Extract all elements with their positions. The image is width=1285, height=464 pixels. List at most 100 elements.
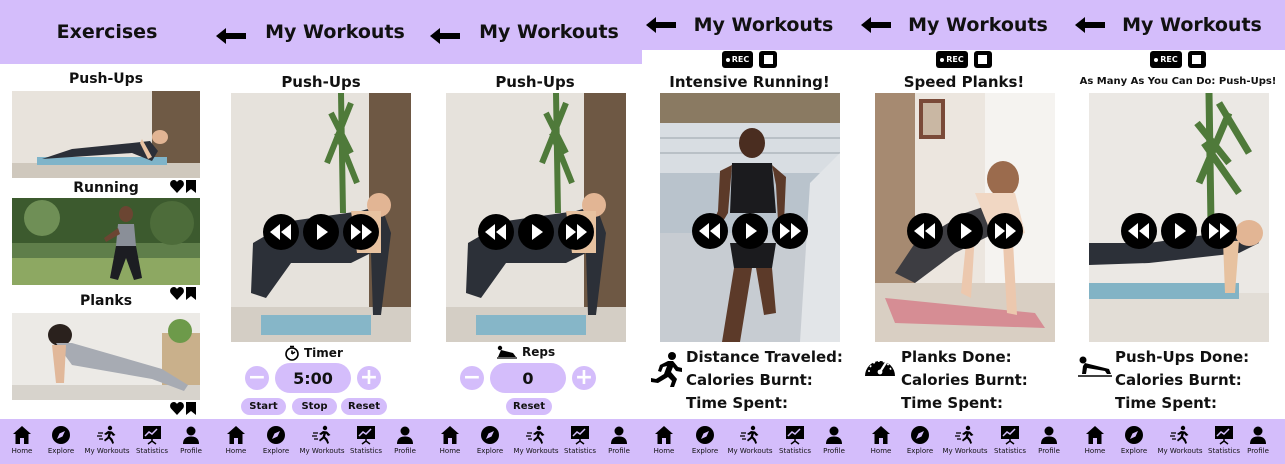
fast-forward-button[interactable]: [1201, 213, 1237, 249]
decrement-button[interactable]: −: [460, 366, 484, 390]
playback-controls: [907, 213, 1023, 249]
stat-calories: Calories Burnt:: [686, 371, 813, 389]
profile-icon: [395, 425, 415, 445]
play-button[interactable]: [947, 213, 983, 249]
stop-icon: [1192, 55, 1202, 64]
running-icon: [955, 425, 975, 445]
profile-icon: [609, 425, 629, 445]
home-icon: [226, 425, 246, 445]
bottom-nav: Home Explore My Workouts Statistics Prof…: [642, 419, 857, 464]
stop-recording-button[interactable]: [759, 51, 778, 68]
stat-time: Time Spent:: [686, 394, 788, 412]
playback-controls: [1121, 213, 1237, 249]
running-recording-screen: My Workouts REC Intensive Running! Dista…: [642, 0, 857, 464]
rewind-button[interactable]: [478, 214, 514, 250]
exercise-title: Push-Ups: [495, 73, 575, 91]
stop-recording-button[interactable]: [973, 51, 992, 68]
fast-forward-icon: [565, 224, 587, 240]
increment-button[interactable]: +: [572, 366, 596, 390]
nav-profile[interactable]: Profile: [807, 425, 857, 455]
bookmark-icon[interactable]: [186, 180, 196, 193]
running-photo[interactable]: [12, 198, 200, 285]
play-button[interactable]: [518, 214, 554, 250]
bookmark-icon[interactable]: [186, 402, 196, 415]
running-icon: [526, 425, 546, 445]
exercise-title: Push-Ups: [281, 73, 361, 91]
chart-icon: [1000, 425, 1020, 445]
heart-icon[interactable]: [170, 287, 184, 300]
nav-profile[interactable]: Profile: [1231, 425, 1285, 455]
bottom-nav: Home Explore My Workouts Statistics Prof…: [428, 419, 642, 464]
compass-icon: [695, 425, 715, 445]
decrement-button[interactable]: −: [245, 366, 269, 390]
timer-stepper: − 5:00 +: [245, 363, 381, 393]
fast-forward-button[interactable]: [343, 214, 379, 250]
stop-recording-button[interactable]: [1187, 51, 1206, 68]
reset-button[interactable]: Reset: [506, 398, 552, 415]
back-arrow-icon[interactable]: [430, 28, 460, 44]
fast-forward-button[interactable]: [558, 214, 594, 250]
chart-icon: [142, 425, 162, 445]
bookmark-icon[interactable]: [186, 287, 196, 300]
recording-controls: REC: [857, 51, 1071, 69]
rewind-button[interactable]: [263, 214, 299, 250]
video-title: Intensive Running!: [669, 73, 830, 91]
profile-icon: [1039, 425, 1059, 445]
stat-time: Time Spent:: [901, 394, 1003, 412]
fast-forward-button[interactable]: [772, 213, 808, 249]
rewind-button[interactable]: [1121, 213, 1157, 249]
video-title: Speed Planks!: [903, 73, 1025, 91]
pushup-icon: [496, 345, 518, 359]
play-icon: [954, 223, 976, 239]
play-button[interactable]: [732, 213, 768, 249]
stat-pushups: Push-Ups Done:: [1115, 348, 1250, 366]
increment-button[interactable]: +: [357, 366, 381, 390]
running-actions: [170, 287, 196, 300]
fast-forward-button[interactable]: [987, 213, 1023, 249]
back-arrow-icon[interactable]: [216, 28, 246, 44]
reps-label: Reps: [496, 345, 555, 359]
header: My Workouts: [642, 0, 857, 50]
profile-icon: [1248, 425, 1268, 445]
home-icon: [440, 425, 460, 445]
planks-recording-screen: My Workouts REC Speed Planks! Planks Don…: [857, 0, 1071, 464]
chart-icon: [570, 425, 590, 445]
record-button[interactable]: REC: [1150, 51, 1182, 68]
header: My Workouts: [857, 0, 1071, 50]
stat-calories: Calories Burnt:: [901, 371, 1028, 389]
stat-planks: Planks Done:: [901, 348, 1012, 366]
stop-button[interactable]: Stop: [292, 398, 337, 415]
nav-profile[interactable]: Profile: [1022, 425, 1071, 455]
play-button[interactable]: [1161, 213, 1197, 249]
start-button[interactable]: Start: [241, 398, 286, 415]
runner-icon: [648, 351, 684, 387]
rewind-button[interactable]: [692, 213, 728, 249]
planks-photo[interactable]: [12, 313, 200, 400]
heart-icon[interactable]: [170, 402, 184, 415]
record-button[interactable]: REC: [936, 51, 968, 68]
recording-controls: REC: [1071, 51, 1285, 69]
nav-profile[interactable]: Profile: [592, 425, 642, 455]
nav-profile[interactable]: Profile: [164, 425, 214, 455]
rewind-button[interactable]: [907, 213, 943, 249]
reps-value: 0: [490, 363, 566, 393]
pushups-photo[interactable]: [12, 91, 200, 178]
speedometer-icon: [863, 352, 897, 378]
playback-controls: [692, 213, 808, 249]
profile-icon: [181, 425, 201, 445]
compass-icon: [480, 425, 500, 445]
video-title: As Many As You Can Do: Push-Ups!: [1079, 76, 1277, 87]
reset-button[interactable]: Reset: [341, 398, 387, 415]
back-arrow-icon[interactable]: [646, 17, 676, 33]
bottom-nav: Home Explore My Workouts Statistics Prof…: [857, 419, 1071, 464]
heart-icon[interactable]: [170, 180, 184, 193]
profile-icon: [824, 425, 844, 445]
stop-icon: [763, 55, 773, 64]
record-button[interactable]: REC: [721, 51, 754, 68]
stop-icon: [978, 55, 988, 64]
play-button[interactable]: [303, 214, 339, 250]
back-arrow-icon[interactable]: [861, 17, 891, 33]
rewind-icon: [1128, 223, 1150, 239]
back-arrow-icon[interactable]: [1075, 17, 1105, 33]
nav-profile[interactable]: Profile: [378, 425, 428, 455]
